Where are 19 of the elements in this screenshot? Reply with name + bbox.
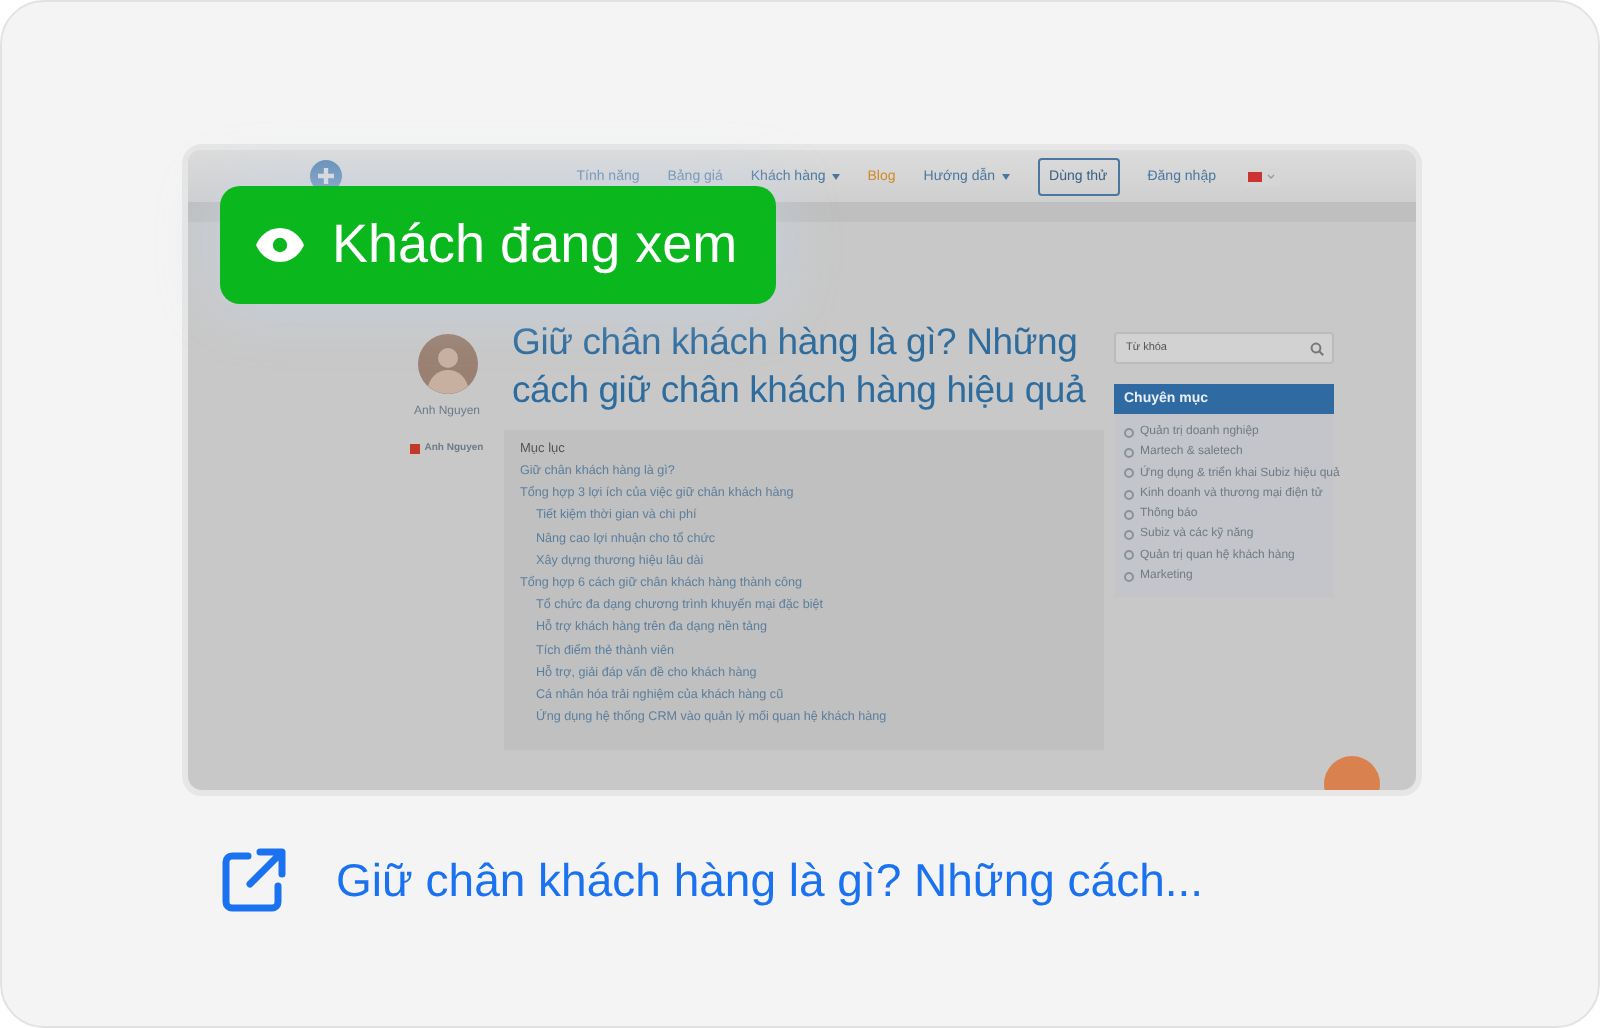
bullet-icon (1124, 427, 1134, 438)
search-icon[interactable] (1310, 341, 1324, 355)
bullet-icon (1124, 468, 1134, 479)
article-link[interactable]: Giữ chân khách hàng là gì? Những cách... (336, 853, 1204, 907)
bullet-icon (1124, 489, 1134, 500)
bullet-icon (1124, 571, 1134, 582)
external-link-icon[interactable] (220, 846, 288, 914)
bullet-icon (1124, 447, 1134, 458)
bullet-icon (1124, 530, 1134, 541)
eye-icon (256, 228, 304, 262)
bullet-icon (1124, 550, 1134, 561)
bullet-icon (1124, 509, 1134, 520)
caret-icon (831, 173, 840, 179)
avatar (417, 334, 477, 394)
caret-icon (1001, 173, 1010, 179)
badge-label: Khách đang xem (332, 214, 738, 276)
author-icon (410, 443, 421, 453)
article-title: Giữ chân khách hàng là gì? Những cách giữ chân khách hàng hiệu quả (512, 318, 1088, 414)
language-flag-icon[interactable] (1244, 167, 1280, 185)
